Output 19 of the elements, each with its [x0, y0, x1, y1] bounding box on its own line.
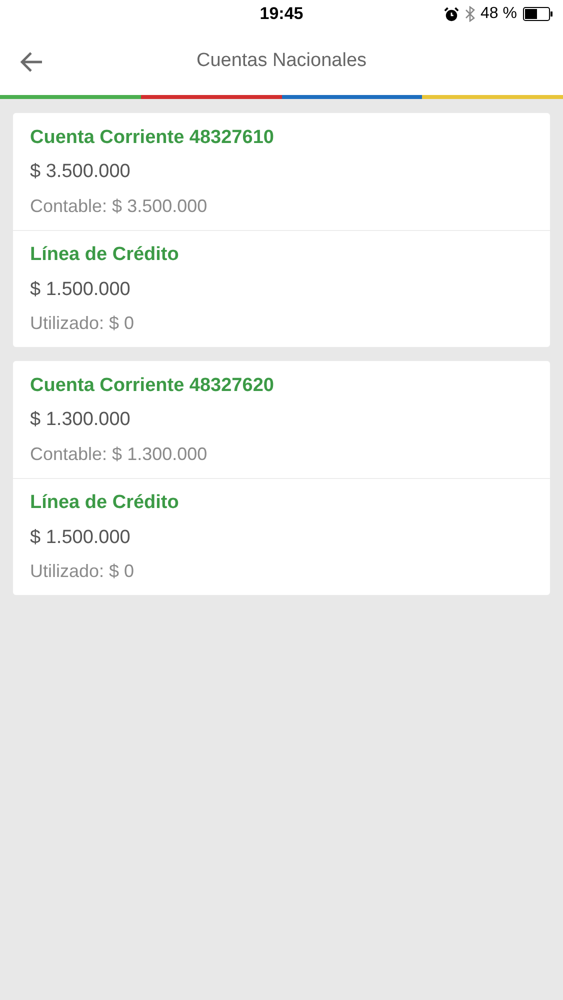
account-amount: $ 1.500.000 — [30, 526, 132, 550]
account-title[interactable]: Cuenta Corriente 48327620 — [30, 372, 533, 400]
account-amount: $ 3.500.000 — [30, 160, 132, 184]
account-detail: Contable: $ 1.300.000 — [30, 442, 208, 466]
account-detail: Utilizado: $ 0 — [30, 312, 136, 335]
account-title[interactable]: Línea de Crédito — [30, 241, 533, 270]
account-amount: $ 1.500.000 — [30, 278, 132, 302]
bluetooth-icon — [464, 6, 475, 22]
account-detail: Contable: $ 3.500.000 — [30, 194, 208, 218]
account-amount: $ 1.300.000 — [30, 408, 132, 432]
clock-time: 19:45 — [260, 3, 304, 26]
screen-title: Cuentas Nacionales — [196, 49, 367, 74]
back-arrow-icon — [20, 51, 44, 73]
account-title[interactable]: Línea de Crédito — [30, 489, 533, 518]
account-detail: Utilizado: $ 0 — [30, 560, 136, 583]
battery-percent: 48 % — [480, 4, 517, 24]
battery-icon — [523, 7, 553, 21]
alarm-clock-icon — [444, 6, 459, 22]
account-title[interactable]: Cuenta Corriente 48327610 — [30, 124, 533, 152]
